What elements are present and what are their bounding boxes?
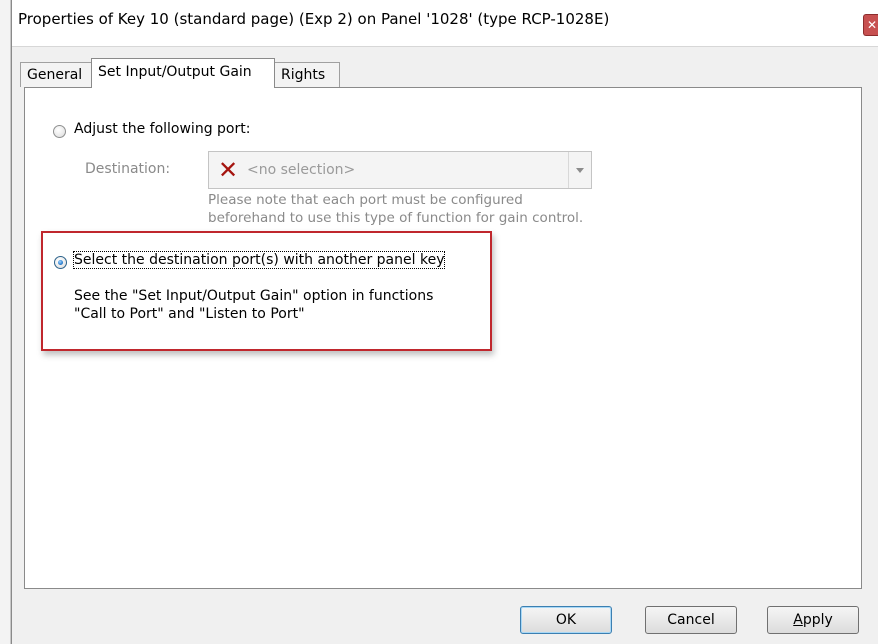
apply-button-label-rest: pply [802,612,833,628]
select-destination-radio[interactable] [54,256,67,269]
close-icon[interactable]: ✕ [863,14,878,36]
select-destination-label[interactable]: Select the destination port(s) with anot… [72,251,446,269]
cancel-button[interactable]: Cancel [645,606,737,634]
port-config-note-line1: Please note that each port must be confi… [208,192,523,208]
tab-strip: General Set Input/Output Gain Rights [20,58,860,88]
gain-info-line1: See the "Set Input/Output Gain" option i… [74,288,434,304]
tab-set-input-output-gain[interactable]: Set Input/Output Gain [91,58,275,88]
ok-button[interactable]: OK [520,606,612,634]
title-bar: Properties of Key 10 (standard page) (Ex… [12,0,878,47]
port-config-note-line2: beforehand to use this type of function … [208,210,584,226]
tab-panel: Adjust the following port: Destination: … [24,87,862,589]
destination-label: Destination: [85,161,171,177]
chevron-down-icon[interactable] [568,152,591,188]
apply-accel-char: A [793,612,803,628]
destination-dropdown[interactable]: ✕ <no selection> [208,151,592,189]
gain-info-line2: "Call to Port" and "Listen to Port" [74,306,305,322]
apply-button[interactable]: Apply [767,606,859,634]
adjust-port-radio[interactable] [53,125,66,138]
window-title: Properties of Key 10 (standard page) (Ex… [18,10,610,28]
background-window-edge [0,0,11,644]
tab-general[interactable]: General [20,62,92,87]
destination-value: <no selection> [247,162,356,178]
properties-dialog: Properties of Key 10 (standard page) (Ex… [11,0,878,644]
adjust-port-label[interactable]: Adjust the following port: [74,121,250,137]
tab-rights[interactable]: Rights [274,62,340,87]
red-x-icon: ✕ [218,156,239,184]
